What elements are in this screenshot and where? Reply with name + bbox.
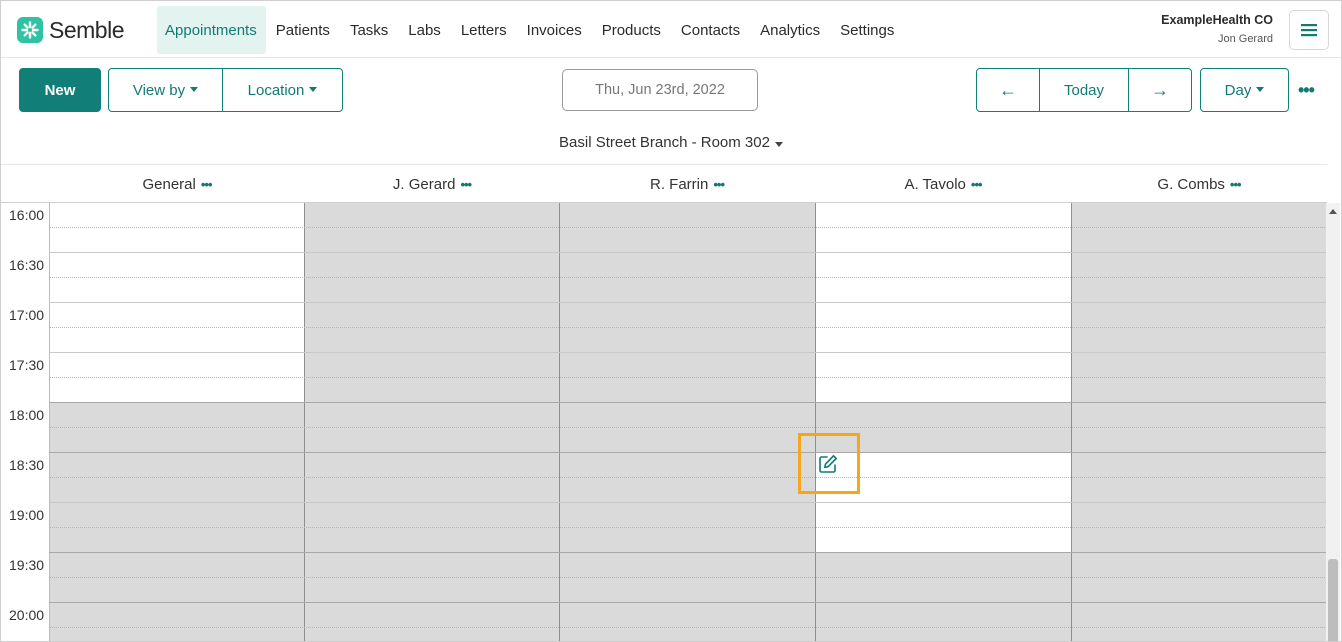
main-nav: Appointments Patients Tasks Labs Letters… xyxy=(157,6,904,54)
time-label: 16:30 xyxy=(9,257,45,273)
grid-line xyxy=(49,377,1327,378)
main-menu-button[interactable] xyxy=(1289,10,1329,50)
column-name: General xyxy=(142,175,196,193)
time-label: 18:00 xyxy=(9,407,45,423)
user-name: Jon Gerard xyxy=(1217,33,1273,45)
column-header-general: General ••• xyxy=(49,165,305,203)
column-name: R. Farrin xyxy=(650,175,709,193)
new-appointment-button[interactable]: New xyxy=(19,68,101,112)
grid-line xyxy=(49,327,1327,328)
view-mode-label: Day xyxy=(1224,81,1252,99)
location-dropdown[interactable]: Location xyxy=(222,68,343,112)
column-name: G. Combs xyxy=(1157,175,1225,193)
time-label: 18:30 xyxy=(9,457,45,473)
view-mode-dropdown[interactable]: Day xyxy=(1200,68,1289,112)
column-name: J. Gerard xyxy=(392,175,456,193)
nav-labs[interactable]: Labs xyxy=(398,6,451,54)
view-by-dropdown[interactable]: View by xyxy=(108,68,223,112)
next-day-button[interactable]: → xyxy=(1128,68,1192,112)
column-header-a-tavolo: A. Tavolo ••• xyxy=(815,165,1071,203)
location-label: Location xyxy=(247,81,305,99)
time-label: 16:00 xyxy=(9,207,45,223)
grid-line xyxy=(49,577,1327,578)
nav-invoices[interactable]: Invoices xyxy=(517,6,592,54)
view-by-label: View by xyxy=(132,81,186,99)
grid-line xyxy=(49,627,1327,628)
brand-name: Semble xyxy=(49,16,124,43)
vertical-scrollbar[interactable] xyxy=(1326,203,1340,641)
grid-line xyxy=(49,352,1327,353)
nav-appointments[interactable]: Appointments xyxy=(157,6,266,54)
time-label: 17:30 xyxy=(9,357,45,373)
grid-line xyxy=(49,427,1327,428)
grid-line xyxy=(49,502,1327,503)
caret-down-icon xyxy=(1256,86,1265,92)
nav-tasks[interactable]: Tasks xyxy=(340,6,398,54)
room-selector[interactable]: Basil Street Branch - Room 302 xyxy=(1,134,1341,151)
time-label: 20:00 xyxy=(9,607,45,623)
column-menu-icon[interactable]: ••• xyxy=(460,177,472,192)
top-navigation: Semble Appointments Patients Tasks Labs … xyxy=(1,1,1341,58)
grid-line xyxy=(49,227,1327,228)
caret-down-icon xyxy=(774,142,783,147)
date-picker[interactable]: Thu, Jun 23rd, 2022 xyxy=(562,69,758,111)
column-header-r-farrin: R. Farrin ••• xyxy=(559,165,815,203)
column-menu-icon[interactable]: ••• xyxy=(713,177,725,192)
column-header-g-combs: G. Combs ••• xyxy=(1071,165,1327,203)
nav-patients[interactable]: Patients xyxy=(266,6,340,54)
hamburger-icon xyxy=(1301,24,1317,37)
time-label: 17:00 xyxy=(9,307,45,323)
nav-settings[interactable]: Settings xyxy=(830,6,904,54)
column-header-j-gerard: J. Gerard ••• xyxy=(304,165,560,203)
caret-down-icon xyxy=(190,86,199,92)
calendar-header: General ••• J. Gerard ••• R. Farrin ••• A. … xyxy=(1,164,1327,203)
grid-line xyxy=(49,302,1327,303)
nav-analytics[interactable]: Analytics xyxy=(750,6,830,54)
grid-line xyxy=(49,602,1327,603)
nav-products[interactable]: Products xyxy=(592,6,671,54)
grid-line xyxy=(49,452,1327,453)
column-name: A. Tavolo xyxy=(904,175,966,193)
time-label: 19:00 xyxy=(9,507,45,523)
previous-day-button[interactable]: ← xyxy=(976,68,1040,112)
semble-logo-icon xyxy=(17,17,43,43)
grid-line xyxy=(49,477,1327,478)
app-window: Semble Appointments Patients Tasks Labs … xyxy=(0,0,1342,642)
account-info[interactable]: ExampleHealth CO Jon Gerard xyxy=(1161,13,1273,45)
nav-contacts[interactable]: Contacts xyxy=(671,6,750,54)
time-column: 16:00 16:30 17:00 17:30 18:00 18:30 19:0… xyxy=(1,203,49,641)
grid-line xyxy=(49,527,1327,528)
more-horizontal-icon[interactable]: ••• xyxy=(1298,81,1315,99)
grid-line xyxy=(49,402,1327,403)
caret-down-icon xyxy=(309,86,318,92)
column-menu-icon[interactable]: ••• xyxy=(971,177,983,192)
grid-line xyxy=(49,277,1327,278)
calendar-grid: 16:00 16:30 17:00 17:30 18:00 18:30 19:0… xyxy=(1,203,1327,641)
room-label: Basil Street Branch - Room 302 xyxy=(559,134,770,151)
column-menu-icon[interactable]: ••• xyxy=(201,177,213,192)
scroll-up-icon[interactable] xyxy=(1329,209,1337,214)
brand-logo[interactable]: Semble xyxy=(17,16,124,44)
nav-letters[interactable]: Letters xyxy=(451,6,517,54)
scroll-thumb[interactable] xyxy=(1328,559,1338,641)
edit-icon[interactable] xyxy=(818,454,838,474)
column-menu-icon[interactable]: ••• xyxy=(1230,177,1242,192)
org-name: ExampleHealth CO xyxy=(1161,13,1273,27)
time-label: 19:30 xyxy=(9,557,45,573)
today-button[interactable]: Today xyxy=(1039,68,1129,112)
grid-line xyxy=(49,252,1327,253)
grid-line xyxy=(49,552,1327,553)
